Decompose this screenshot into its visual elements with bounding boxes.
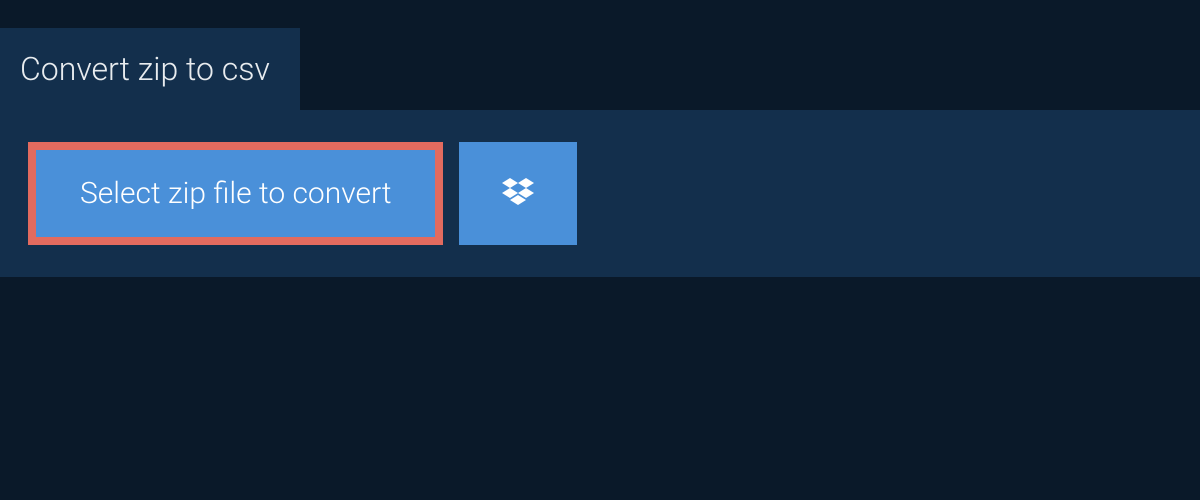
select-file-label: Select zip file to convert	[80, 176, 391, 211]
tab-header: Convert zip to csv	[0, 28, 300, 110]
dropbox-button[interactable]	[459, 142, 577, 245]
dropbox-icon	[498, 174, 538, 214]
main-panel: Select zip file to convert	[0, 110, 1200, 277]
select-file-button[interactable]: Select zip file to convert	[28, 142, 443, 245]
button-row: Select zip file to convert	[28, 142, 1172, 245]
tab-title: Convert zip to csv	[20, 50, 270, 88]
